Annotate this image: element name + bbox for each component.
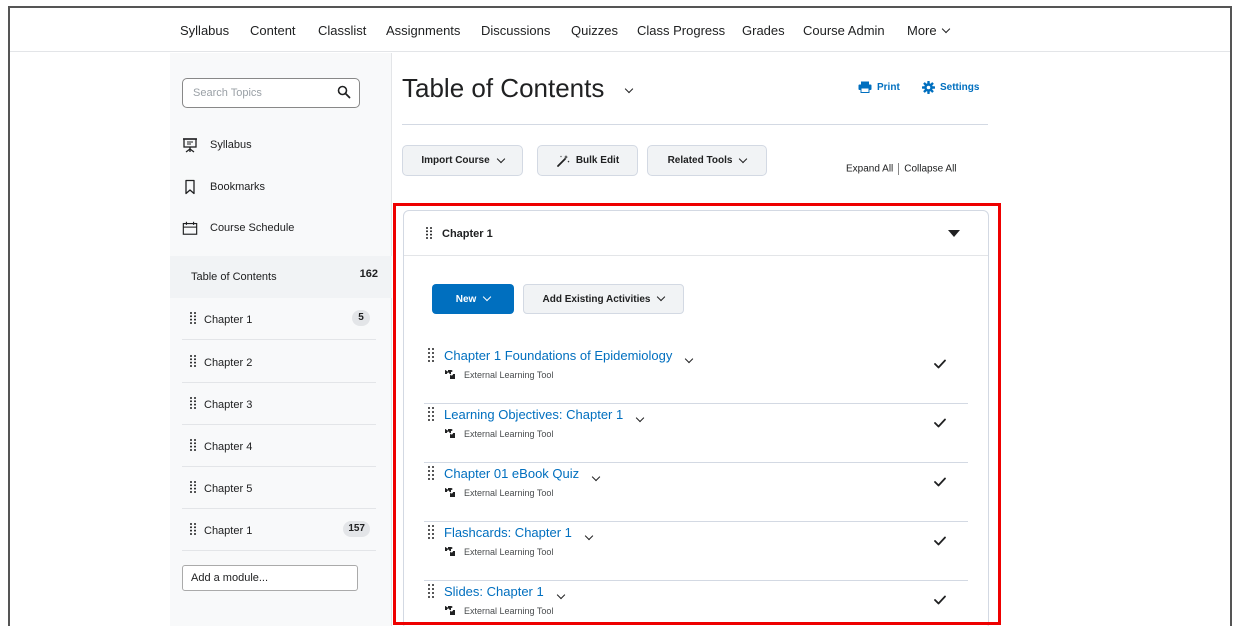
presentation-icon <box>182 137 198 153</box>
module-label: Chapter 4 <box>204 441 253 453</box>
sidebar-module-item[interactable]: Chapter 5 <box>182 467 376 509</box>
search-icon[interactable] <box>337 85 351 99</box>
module-label: Chapter 5 <box>204 483 253 495</box>
page-title: Table of Contents <box>402 73 605 103</box>
settings-label: Settings <box>940 82 980 93</box>
printer-icon <box>858 81 872 93</box>
sidebar-link-course-schedule[interactable]: Course Schedule <box>182 218 294 238</box>
related-tools-button[interactable]: Related Tools <box>647 145 767 176</box>
divider <box>402 124 988 125</box>
drag-handle-icon[interactable] <box>190 523 196 535</box>
chevron-down-icon <box>739 154 748 163</box>
nav-more[interactable]: More <box>907 23 950 38</box>
sidebar-link-label: Bookmarks <box>210 181 266 193</box>
settings-button[interactable]: Settings <box>922 81 979 94</box>
nav-more-label: More <box>907 23 937 38</box>
collapse-all-link[interactable]: Collapse All <box>904 164 956 175</box>
import-course-button[interactable]: Import Course <box>402 145 523 176</box>
sidebar-module-item[interactable]: Chapter 4 <box>182 425 376 467</box>
expand-collapse-links: Expand All Collapse All <box>846 163 957 175</box>
divider <box>898 163 900 175</box>
nav-content[interactable]: Content <box>250 23 296 38</box>
search-input[interactable] <box>193 87 323 99</box>
nav-syllabus[interactable]: Syllabus <box>180 23 229 38</box>
calendar-icon <box>182 220 198 236</box>
bookmark-icon <box>182 179 198 195</box>
nav-class-progress[interactable]: Class Progress <box>637 23 725 38</box>
sidebar-link-label: Course Schedule <box>210 222 295 234</box>
add-module-input[interactable]: Add a module... <box>182 565 358 591</box>
drag-handle-icon[interactable] <box>190 397 196 409</box>
nav-classlist[interactable]: Classlist <box>318 23 366 38</box>
nav-assignments[interactable]: Assignments <box>386 23 460 38</box>
highlight-box <box>393 203 1001 625</box>
bulk-edit-button[interactable]: Bulk Edit <box>537 145 638 176</box>
drag-handle-icon[interactable] <box>190 481 196 493</box>
toc-label: Table of Contents <box>191 271 277 283</box>
related-tools-label: Related Tools <box>667 155 733 166</box>
module-label: Chapter 1 <box>204 314 253 326</box>
nav-quizzes[interactable]: Quizzes <box>571 23 618 38</box>
sidebar-module-item[interactable]: Chapter 1 157 <box>182 509 376 551</box>
sidebar-link-bookmarks[interactable]: Bookmarks <box>182 177 265 197</box>
toc-count: 162 <box>359 268 378 280</box>
print-button[interactable]: Print <box>858 81 900 93</box>
module-count-badge: 5 <box>352 310 370 326</box>
bulk-edit-label: Bulk Edit <box>575 155 620 166</box>
print-label: Print <box>877 81 900 93</box>
search-topics-box[interactable] <box>182 78 360 108</box>
sidebar-link-label: Syllabus <box>210 139 252 151</box>
magic-wand-icon <box>556 154 570 167</box>
sidebar-link-syllabus[interactable]: Syllabus <box>182 135 252 155</box>
drag-handle-icon[interactable] <box>190 355 196 367</box>
drag-handle-icon[interactable] <box>190 439 196 451</box>
drag-handle-icon[interactable] <box>190 312 196 324</box>
module-label: Chapter 3 <box>204 399 253 411</box>
nav-grades[interactable]: Grades <box>742 23 785 38</box>
expand-all-link[interactable]: Expand All <box>846 164 893 175</box>
sidebar-module-item[interactable]: Chapter 2 <box>182 341 376 383</box>
chevron-down-icon <box>941 24 950 34</box>
nav-discussions[interactable]: Discussions <box>481 23 550 38</box>
import-course-label: Import Course <box>421 155 490 166</box>
sidebar-item-table-of-contents[interactable]: Table of Contents 162 <box>170 256 401 298</box>
sidebar-module-item[interactable]: Chapter 3 <box>182 383 376 425</box>
module-label: Chapter 2 <box>204 357 253 369</box>
gear-icon <box>922 81 935 94</box>
content-sidebar: Syllabus Bookmarks Course Schedule Table… <box>170 53 401 626</box>
module-label: Chapter 1 <box>204 525 253 537</box>
chevron-down-icon <box>496 154 505 163</box>
course-navbar: Syllabus Content Classlist Assignments D… <box>10 8 1230 52</box>
sidebar-module-item[interactable]: Chapter 1 5 <box>182 298 376 340</box>
nav-course-admin[interactable]: Course Admin <box>803 23 885 38</box>
module-count-badge: 157 <box>343 521 370 537</box>
